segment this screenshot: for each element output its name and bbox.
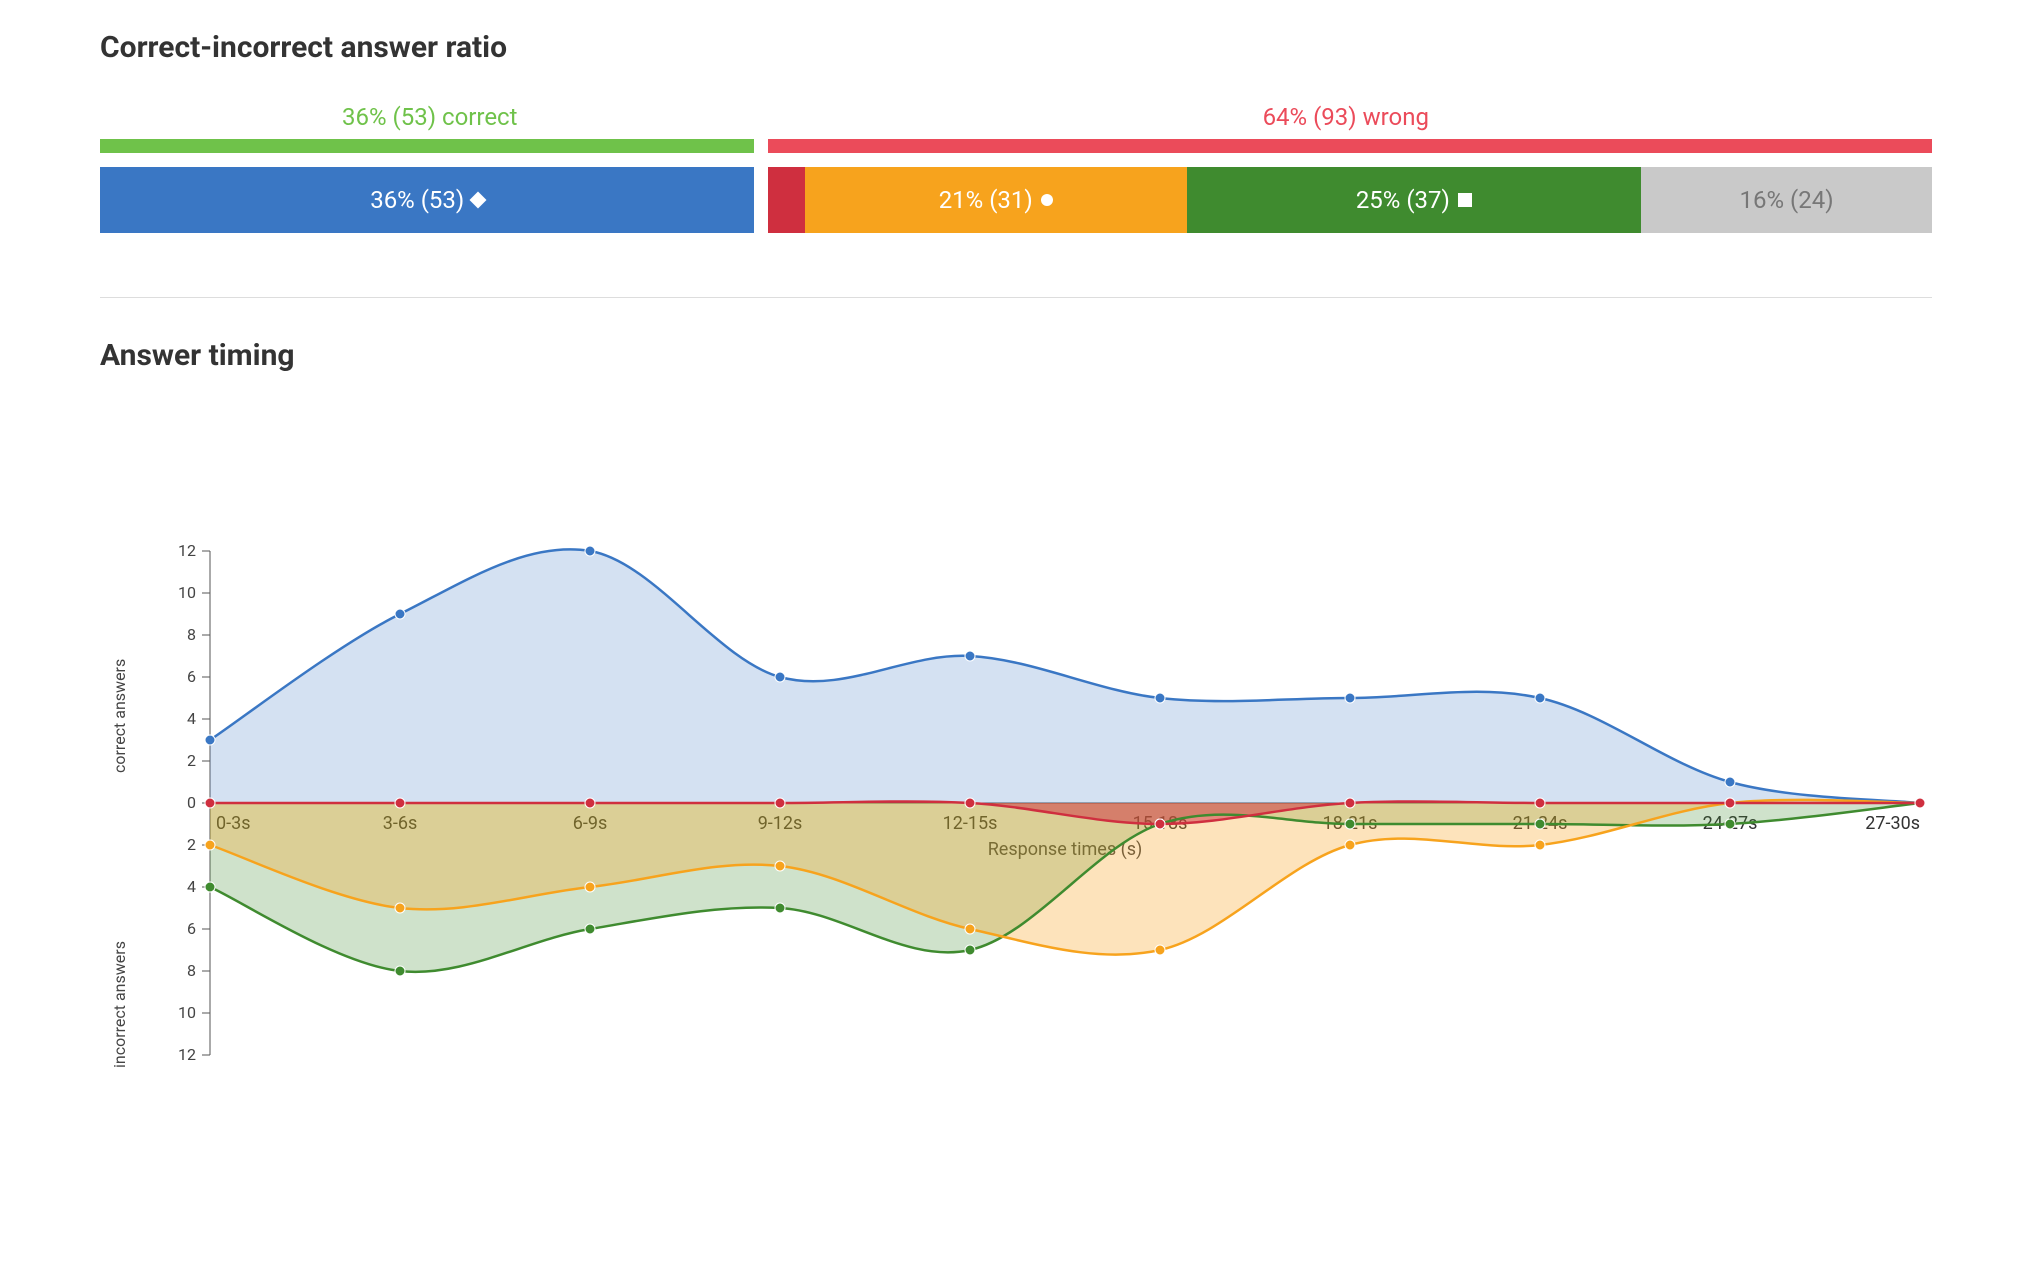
circle-icon — [1041, 194, 1053, 206]
ratio-thin-wrong — [768, 139, 1932, 153]
svg-text:2: 2 — [187, 835, 196, 854]
ratio-seg-blue-label: 36% (53) — [370, 186, 464, 214]
ratio-labels-row: 36% (53) correct 64% (93) wrong — [100, 93, 1932, 139]
ratio-seg-orange-label: 21% (31) — [939, 186, 1033, 214]
ratio-section: Correct-incorrect answer ratio 36% (53) … — [100, 30, 1932, 233]
ratio-wrong-label: 64% (93) wrong — [760, 93, 1932, 139]
svg-text:8: 8 — [187, 625, 196, 644]
svg-text:10: 10 — [178, 1003, 196, 1022]
svg-text:2: 2 — [187, 751, 196, 770]
svg-text:6: 6 — [187, 919, 196, 938]
svg-text:12: 12 — [178, 541, 196, 560]
svg-text:4: 4 — [187, 877, 196, 896]
svg-text:4: 4 — [187, 709, 196, 728]
section-divider — [100, 297, 1932, 298]
svg-text:0: 0 — [187, 793, 196, 812]
timing-section: Answer timing correct answers incorrect … — [100, 338, 1932, 1123]
ratio-seg-blue: 36% (53) — [100, 167, 754, 233]
ratio-seg-wrong-group: 21% (31) 25% (37) 16% (24) — [768, 167, 1932, 233]
ratio-seg-red — [768, 167, 804, 233]
ratio-thin-correct — [100, 139, 754, 153]
ratio-correct-label: 36% (53) correct — [100, 93, 760, 139]
ratio-title: Correct-incorrect answer ratio — [100, 30, 1932, 65]
ratio-seg-green: 25% (37) — [1187, 167, 1641, 233]
timing-chart: correct answers incorrect answers 024681… — [100, 503, 1932, 1123]
ratio-seg-grey-label: 16% (24) — [1740, 186, 1834, 214]
svg-text:8: 8 — [187, 961, 196, 980]
svg-text:6: 6 — [187, 667, 196, 686]
timing-title: Answer timing — [100, 338, 1932, 373]
ratio-thin-bar — [100, 139, 1932, 153]
svg-text:10: 10 — [178, 583, 196, 602]
svg-text:12: 12 — [178, 1045, 196, 1064]
square-icon — [1458, 193, 1472, 207]
diamond-icon — [470, 192, 487, 209]
ratio-seg-orange: 21% (31) — [805, 167, 1187, 233]
ratio-thick-bar: 36% (53) 21% (31) 25% (37) 16% (24) — [100, 167, 1932, 233]
svg-text:27-30s: 27-30s — [1865, 813, 1920, 834]
ratio-seg-green-label: 25% (37) — [1356, 186, 1450, 214]
timing-svg: 024681012246810120-3s3-6s6-9s9-12s12-15s… — [100, 503, 1932, 1123]
ratio-seg-grey: 16% (24) — [1641, 167, 1932, 233]
